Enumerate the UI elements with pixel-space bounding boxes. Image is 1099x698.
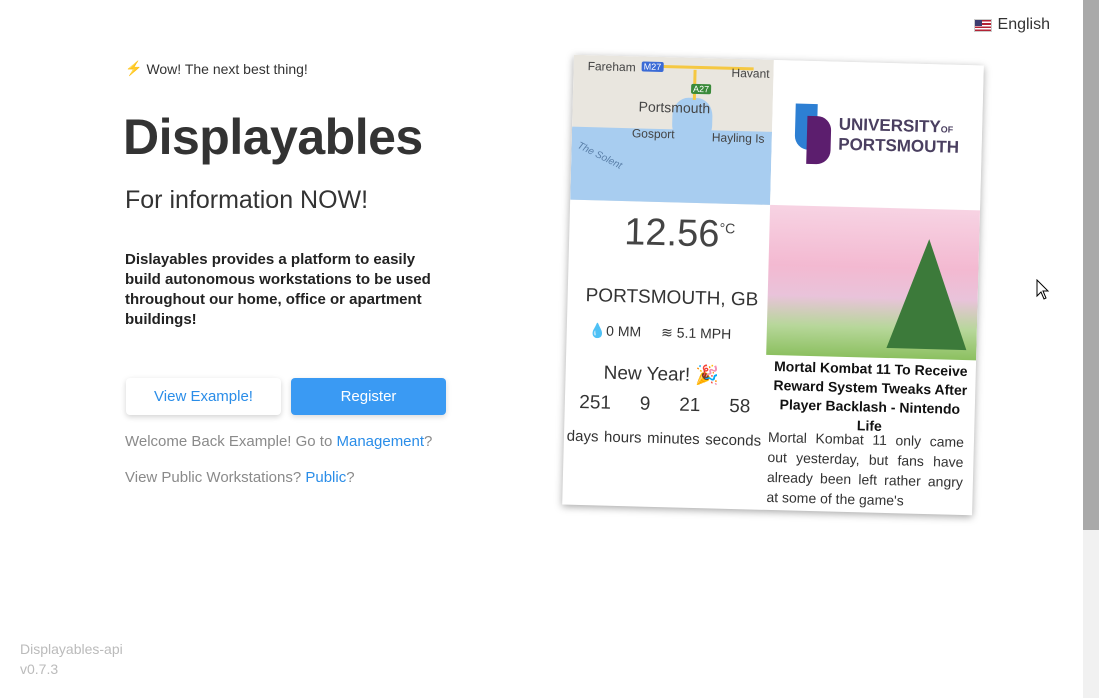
tagline: ⚡ Wow! The next best thing! [125,60,308,77]
university-logo: UNIVERSITYOF PORTSMOUTH [770,59,984,211]
mouse-cursor-icon [1036,279,1050,300]
countdown-minutes: 21 [678,394,701,417]
lightning-bolt-icon: ⚡ [125,60,143,76]
countdown-seconds: 58 [728,395,751,418]
weather-details: 💧0 MM ≋ 5.1 MPH [589,322,732,343]
register-button[interactable]: Register [291,378,446,415]
page-subtitle: For information NOW! [125,186,369,214]
weather-city: PORTSMOUTH, GB [585,285,759,311]
news-body: Mortal Kombat 11 only came out yesterday… [766,428,965,509]
public-suffix: ? [346,469,355,486]
welcome-text: Welcome Back Example! Go to [125,433,337,450]
language-label: English [997,16,1050,33]
us-flag-icon [973,18,992,32]
university-logo-mark [794,103,832,164]
raindrop-icon: 💧 [588,322,607,339]
footer-name: Displayables-api [20,641,123,657]
news-headline: Mortal Kombat 11 To Receive Reward Syste… [773,358,968,434]
workstation-preview: Fareham M27 Havant A27 Portsmouth Gospor… [562,54,984,516]
rain-info: 💧0 MM [588,322,642,340]
news-image [766,204,981,361]
map-label-fareham: Fareham [587,59,636,75]
map-label-portsmouth: Portsmouth [638,98,711,117]
countdown-values: 251 9 21 58 [565,392,766,419]
news-image-tree [886,238,970,351]
news-widget: Mortal Kombat 11 To Receive Reward Syste… [762,204,981,515]
map-label-havant: Havant [731,65,770,81]
temperature: 12.56°C [623,211,736,256]
map-shield-a27: A27 [690,83,712,95]
page-title: Displayables [123,109,423,165]
footer: Displayables-api v0.7.3 [20,639,123,679]
university-logo-text: UNIVERSITYOF PORTSMOUTH [838,114,960,157]
view-example-button[interactable]: View Example! [126,378,281,415]
minutes-label: minutes [646,429,700,449]
tagline-text: Wow! The next best thing! [146,60,308,77]
language-selector[interactable]: English [973,16,1050,34]
public-link[interactable]: Public [305,469,346,486]
wind-icon: ≋ [660,324,674,341]
map-label-gosport: Gosport [631,126,675,142]
map-shield-m27: M27 [641,61,664,73]
footer-version: v0.7.3 [20,661,59,677]
description: Dislayables provides a platform to easil… [125,251,431,328]
weather-widget: 12.56°C PORTSMOUTH, GB 💧0 MM ≋ 5.1 MPH N… [562,200,770,510]
welcome-suffix: ? [424,433,433,450]
page-scrollbar[interactable] [1083,0,1099,698]
map-widget: Fareham M27 Havant A27 Portsmouth Gospor… [570,54,774,205]
public-text: View Public Workstations? [125,469,306,486]
hours-label: hours [603,428,642,447]
countdown-hours: 9 [639,393,651,415]
welcome-line: Welcome Back Example! Go to Management? [125,433,432,450]
scrollbar-thumb[interactable] [1083,0,1099,530]
public-line: View Public Workstations? Public? [125,469,355,486]
countdown-event: New Year! 🎉 [603,362,720,387]
seconds-label: seconds [705,431,762,450]
countdown-days: 251 [579,391,612,414]
days-label: days [566,427,599,446]
management-link[interactable]: Management [336,433,424,450]
map-label-hayling: Hayling Is [711,130,765,146]
wind-info: ≋ 5.1 MPH [660,324,732,342]
countdown-labels: days hours minutes seconds [564,428,764,450]
party-icon: 🎉 [695,365,720,387]
